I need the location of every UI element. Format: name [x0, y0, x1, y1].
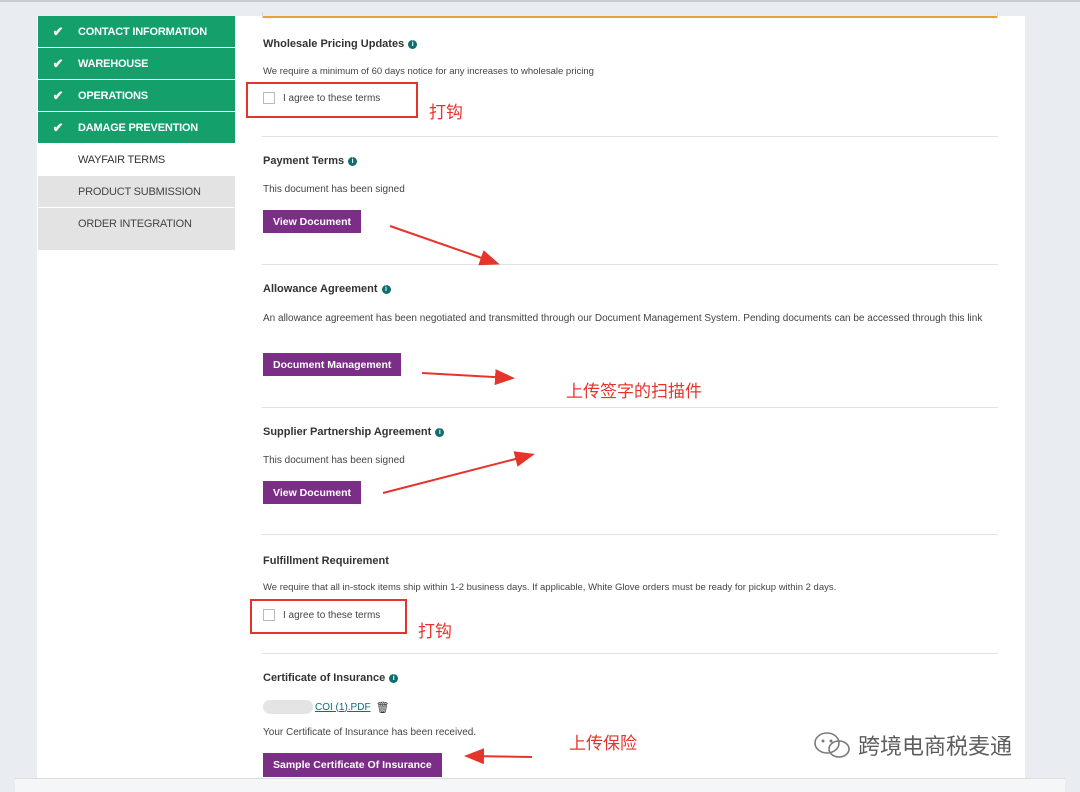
- fulfillment-requirement-text: We require that all in-stock items ship …: [263, 582, 837, 593]
- supplier-agreement-text: This document has been signed: [263, 455, 405, 466]
- allowance-agreement-title: Allowance Agreement i: [263, 283, 391, 295]
- section-divider: [262, 653, 998, 654]
- checkmark-icon: ✔: [52, 55, 64, 71]
- wechat-icon: [814, 732, 850, 758]
- sidebar-item-label: PRODUCT SUBMISSION: [78, 185, 201, 198]
- watermark: 跨境电商税麦通: [812, 729, 1012, 761]
- section-divider: [262, 534, 998, 535]
- section-title-text: Wholesale Pricing Updates: [263, 38, 405, 50]
- annotation-box: [250, 599, 407, 634]
- sidebar-item-label: ORDER INTEGRATION: [78, 217, 192, 230]
- view-document-button[interactable]: View Document: [263, 481, 361, 504]
- section-divider: [262, 407, 998, 408]
- redacted-filename: [263, 700, 313, 714]
- section-title-text: Certificate of Insurance: [263, 672, 386, 684]
- section-divider: [262, 136, 998, 137]
- annotation-upload-insurance: 上传保险: [569, 734, 637, 754]
- section-divider: [262, 264, 998, 265]
- section-title-text: Allowance Agreement: [263, 283, 378, 295]
- sidebar-item-label: DAMAGE PREVENTION: [78, 121, 199, 134]
- allowance-agreement-text: An allowance agreement has been negotiat…: [263, 313, 983, 324]
- watermark-text: 跨境电商税麦通: [858, 735, 1013, 760]
- checkmark-icon: ✔: [52, 87, 64, 103]
- sidebar-item-product-submission[interactable]: PRODUCT SUBMISSION: [38, 176, 235, 207]
- sample-certificate-button[interactable]: Sample Certificate Of Insurance: [263, 753, 442, 777]
- info-icon[interactable]: i: [389, 673, 399, 683]
- sidebar-item-contact-information[interactable]: ✔ CONTACT INFORMATION: [38, 16, 235, 47]
- sidebar-item-damage-prevention[interactable]: ✔ DAMAGE PREVENTION: [38, 112, 235, 143]
- sidebar-item-label: WAREHOUSE: [78, 57, 149, 70]
- insurance-received-text: Your Certificate of Insurance has been r…: [263, 727, 477, 738]
- wholesale-pricing-text: We require a minimum of 60 days notice f…: [263, 66, 594, 77]
- document-management-button[interactable]: Document Management: [263, 353, 402, 376]
- trash-icon[interactable]: 🗑: [376, 701, 390, 714]
- info-icon[interactable]: i: [408, 39, 418, 49]
- wholesale-pricing-title: Wholesale Pricing Updates i: [263, 38, 418, 50]
- info-icon[interactable]: i: [435, 427, 445, 437]
- sidebar-item-label: CONTACT INFORMATION: [78, 25, 207, 38]
- info-icon[interactable]: i: [348, 156, 358, 166]
- sidebar-item-label: WAYFAIR TERMS: [78, 153, 166, 166]
- checkmark-icon: ✔: [52, 23, 64, 39]
- insurance-file-row: COI (1).PDF 🗑: [263, 700, 390, 714]
- sidebar-item-label: OPERATIONS: [78, 89, 148, 102]
- fulfillment-requirement-title: Fulfillment Requirement: [263, 555, 389, 567]
- bottom-strip: [15, 778, 1065, 792]
- previous-section-border: [262, 12, 998, 18]
- sidebar-footer: [38, 239, 235, 250]
- section-title-text: Supplier Partnership Agreement: [263, 426, 432, 438]
- top-border: [0, 0, 1080, 2]
- annotation-box: [246, 82, 418, 118]
- info-icon[interactable]: i: [381, 284, 391, 294]
- annotation-check: 打钩: [418, 622, 452, 642]
- annotation-check: 打钩: [429, 103, 463, 123]
- sidebar-item-warehouse[interactable]: ✔ WAREHOUSE: [38, 48, 235, 79]
- payment-terms-title: Payment Terms i: [263, 155, 358, 167]
- sidebar-item-wayfair-terms[interactable]: WAYFAIR TERMS: [38, 144, 235, 175]
- sidebar-item-operations[interactable]: ✔ OPERATIONS: [38, 80, 235, 111]
- section-title-text: Fulfillment Requirement: [263, 555, 389, 567]
- insurance-file-link[interactable]: COI (1).PDF: [315, 702, 371, 713]
- sidebar-nav: ✔ CONTACT INFORMATION ✔ WAREHOUSE ✔ OPER…: [38, 16, 235, 250]
- checkmark-icon: ✔: [52, 119, 64, 135]
- sidebar-item-order-integration[interactable]: ORDER INTEGRATION: [38, 208, 235, 239]
- section-title-text: Payment Terms: [263, 155, 345, 167]
- supplier-agreement-title: Supplier Partnership Agreement i: [263, 426, 445, 438]
- annotation-upload-scan: 上传签字的扫描件: [566, 382, 702, 402]
- payment-terms-text: This document has been signed: [263, 184, 405, 195]
- certificate-insurance-title: Certificate of Insurance i: [263, 672, 399, 684]
- view-document-button[interactable]: View Document: [263, 210, 361, 233]
